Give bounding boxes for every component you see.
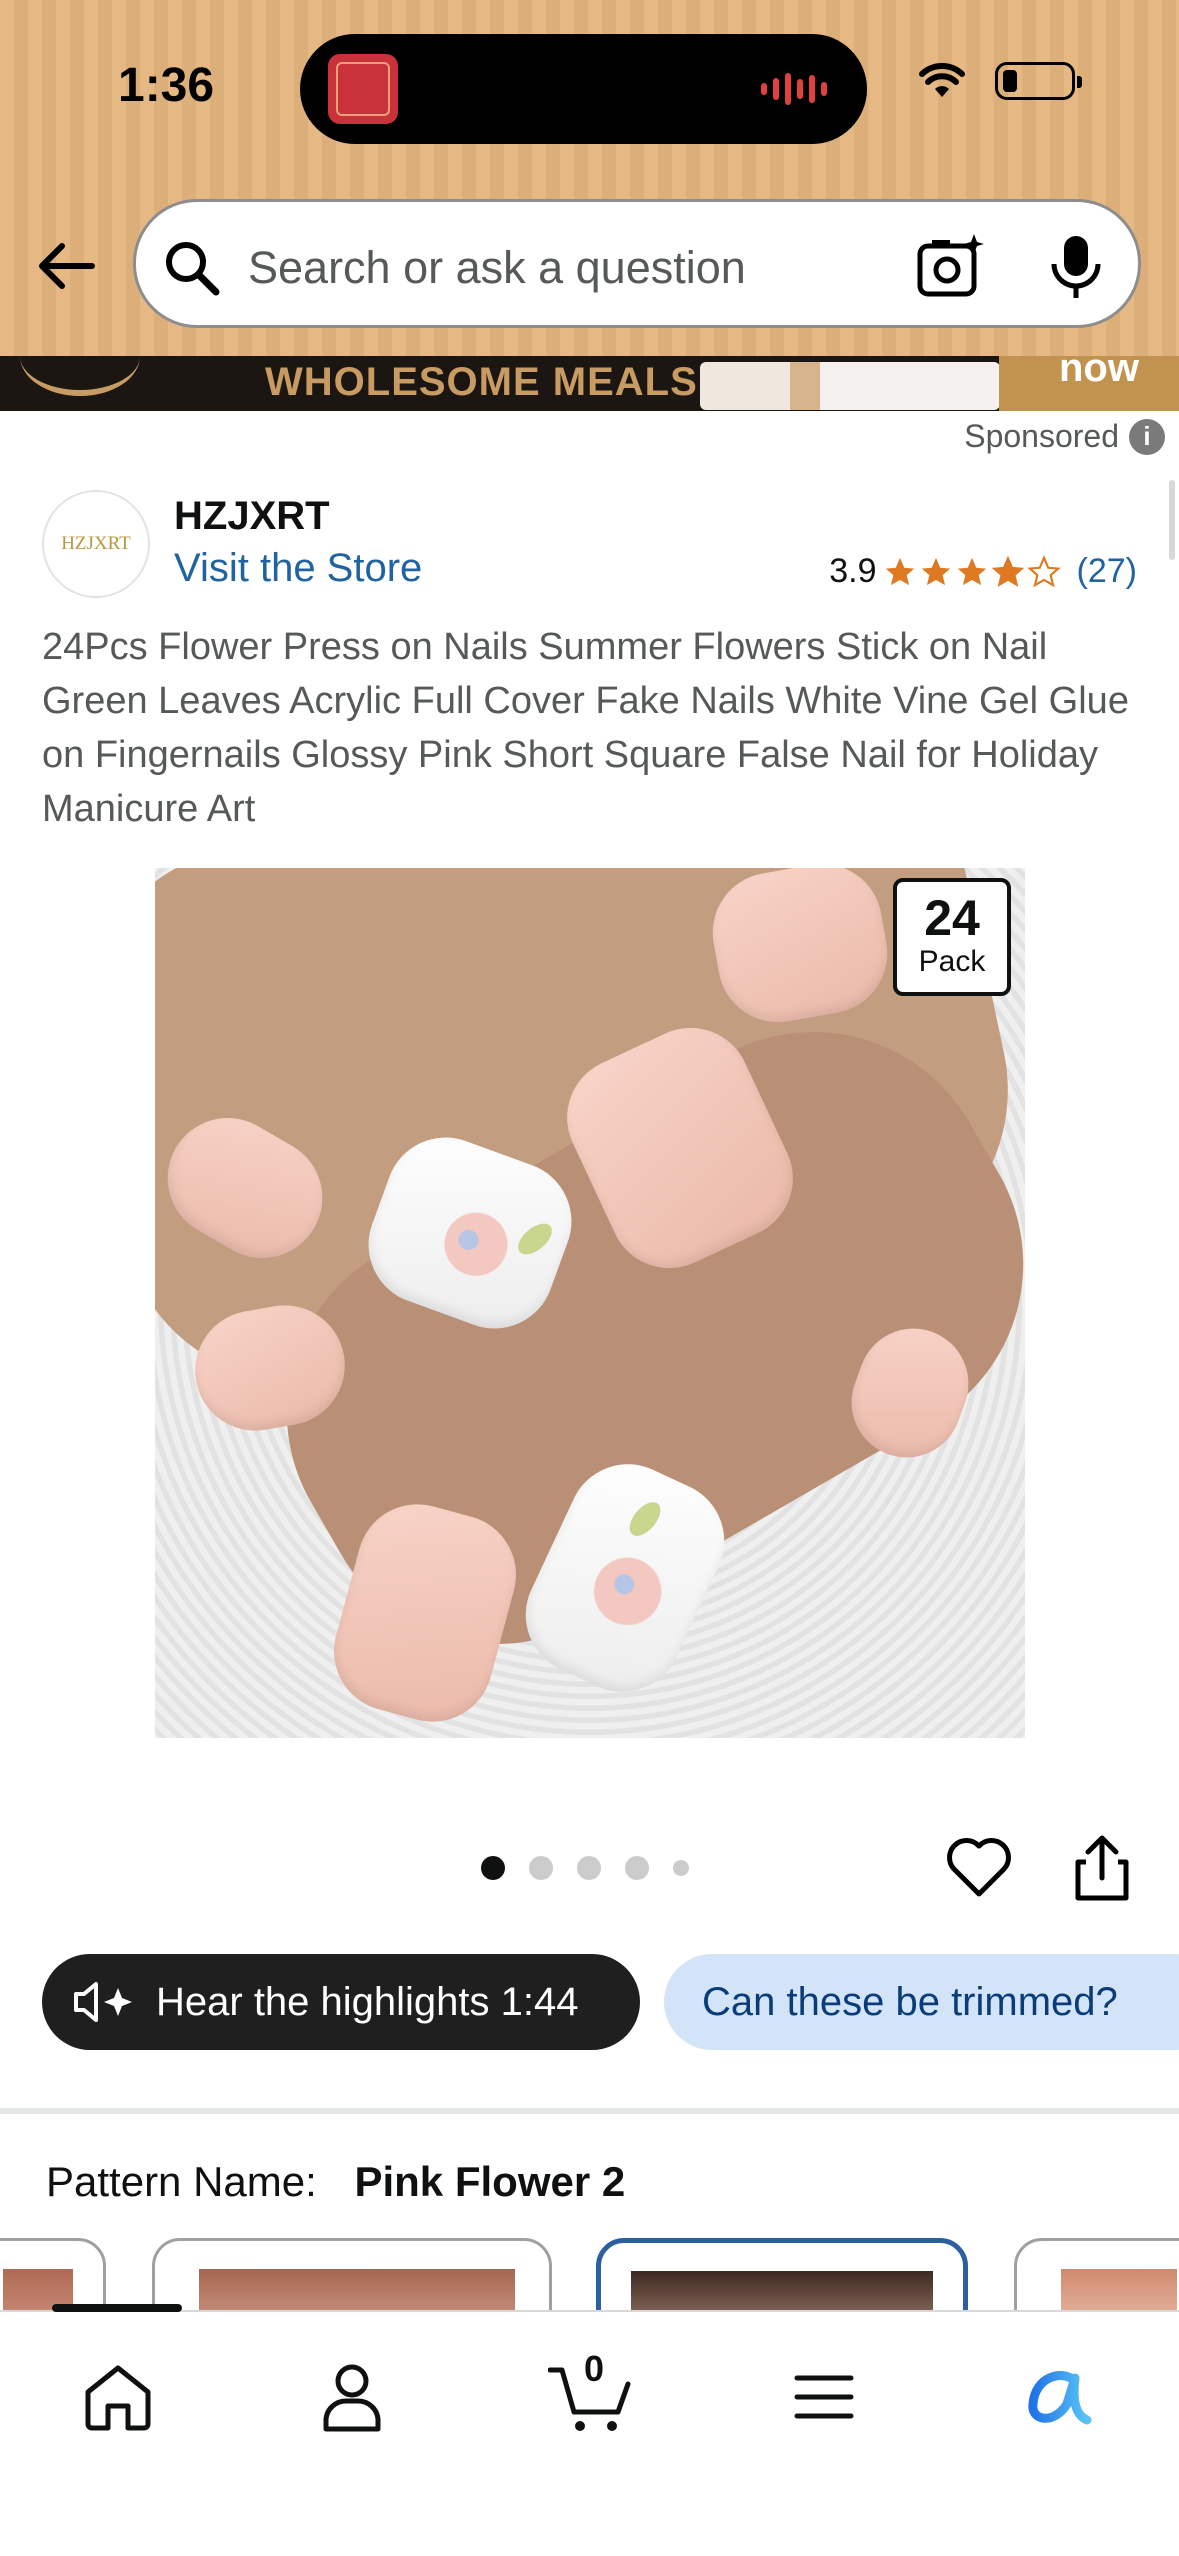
back-button[interactable]	[36, 236, 96, 296]
audio-waveform-icon	[761, 72, 827, 106]
carousel-dot[interactable]	[625, 1856, 649, 1880]
tab-home[interactable]	[68, 2352, 168, 2442]
ad-banner-text: WHOLESOME MEALS.	[265, 360, 710, 404]
pattern-name-row: Pattern Name: Pink Flower 2	[46, 2158, 625, 2206]
tab-rufus[interactable]	[1010, 2352, 1110, 2442]
cart-count: 0	[584, 2348, 605, 2389]
rufus-assistant-icon	[1028, 2371, 1092, 2425]
back-arrow-icon	[39, 243, 95, 289]
rating-summary[interactable]: 3.9 (27)	[829, 552, 1137, 591]
wifi-icon	[919, 63, 965, 97]
carousel-dot[interactable]	[673, 1860, 689, 1876]
carousel-dot[interactable]	[481, 1856, 505, 1880]
visit-store-link[interactable]: Visit the Store	[174, 546, 422, 591]
hear-highlights-button[interactable]: Hear the highlights 1:44	[42, 1954, 640, 2050]
ad-banner[interactable]: WHOLESOME MEALS. now	[0, 356, 1179, 411]
bottom-tab-bar: 0	[0, 2304, 1179, 2556]
product-title: 24Pcs Flower Press on Nails Summer Flowe…	[42, 626, 1129, 830]
star-rating	[883, 554, 1061, 589]
pattern-label: Pattern Name:	[46, 2158, 317, 2205]
pack-count-badge: 24 Pack	[893, 878, 1011, 996]
share-icon[interactable]	[1074, 1834, 1130, 1902]
image-carousel-dots[interactable]	[481, 1856, 689, 1880]
tab-menu[interactable]	[774, 2352, 874, 2442]
now-playing-app-icon	[328, 54, 398, 124]
pack-label: Pack	[918, 945, 986, 978]
rating-count[interactable]: (27)	[1077, 552, 1137, 591]
active-tab-indicator	[52, 2304, 182, 2312]
speaker-sparkle-icon	[74, 1982, 132, 2022]
star-icon	[921, 557, 950, 585]
star-icon	[991, 555, 1024, 587]
store-logo[interactable]: HZJXRT	[42, 490, 150, 598]
section-divider	[0, 2108, 1179, 2114]
hear-highlights-label: Hear the highlights 1:44	[156, 1979, 579, 2024]
search-icon	[166, 242, 220, 296]
ad-side-text: now	[1059, 356, 1139, 390]
heart-icon[interactable]	[946, 1836, 1012, 1898]
tab-account[interactable]	[302, 2352, 402, 2442]
microphone-icon[interactable]	[1048, 234, 1104, 300]
scrollbar	[1169, 480, 1175, 560]
tab-cart[interactable]: 0	[540, 2348, 640, 2442]
camera-lens-icon[interactable]	[916, 232, 984, 300]
rating-value: 3.9	[829, 552, 877, 590]
info-icon[interactable]: i	[1129, 418, 1165, 455]
star-icon	[957, 557, 986, 585]
pack-number: 24	[924, 890, 980, 946]
dynamic-island[interactable]	[300, 34, 867, 144]
account-icon	[323, 2364, 381, 2432]
carousel-dot[interactable]	[577, 1856, 601, 1880]
home-icon	[85, 2365, 151, 2431]
ad-food-image	[700, 362, 1000, 410]
header-bar: 1:36 Search or ask a question	[0, 0, 1179, 356]
brand-name: HZJXRT	[174, 494, 330, 538]
status-indicators	[919, 62, 1082, 100]
status-time: 1:36	[118, 59, 215, 112]
carousel-dot[interactable]	[529, 1856, 553, 1880]
pattern-value: Pink Flower 2	[354, 2158, 626, 2205]
battery-icon	[995, 62, 1082, 100]
question-suggestion-pill[interactable]: Can these be trimmed?	[664, 1954, 1179, 2050]
search-bar[interactable]: Search or ask a question	[133, 199, 1141, 328]
star-icon	[885, 557, 914, 585]
search-input[interactable]: Search or ask a question	[248, 242, 746, 294]
menu-icon	[794, 2375, 854, 2419]
product-image[interactable]: 24 Pack	[155, 868, 1025, 1738]
sponsored-label[interactable]: Sponsored i	[964, 418, 1165, 455]
star-empty-icon	[1026, 554, 1061, 587]
